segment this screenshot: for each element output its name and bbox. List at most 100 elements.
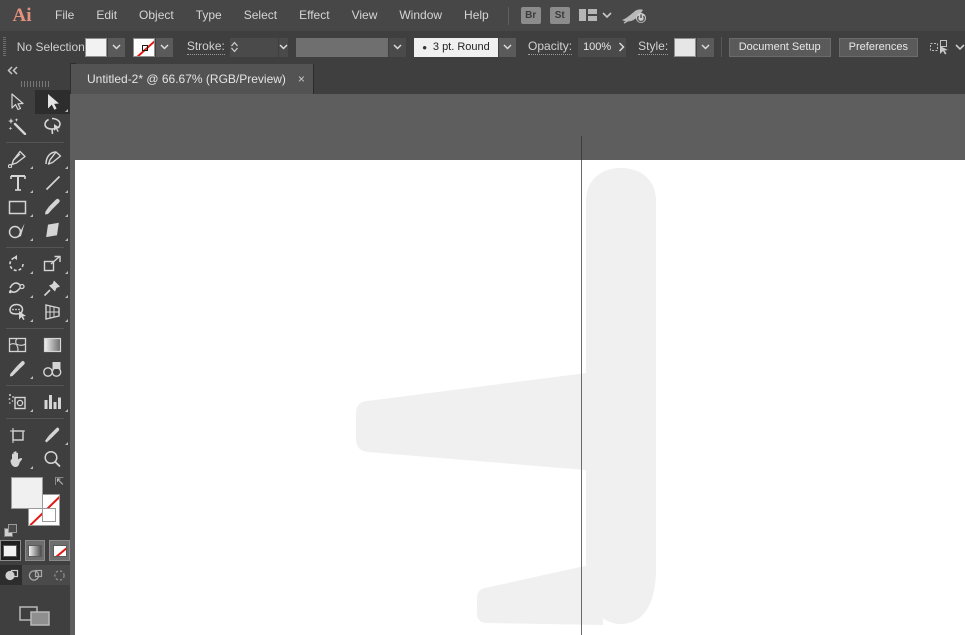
tools-panel-grip[interactable] bbox=[0, 78, 70, 90]
tool-divider bbox=[6, 142, 64, 143]
variable-width-profile-dropdown[interactable] bbox=[499, 37, 517, 57]
document-tab[interactable]: Untitled-2* @ 66.67% (RGB/Preview) × bbox=[76, 64, 314, 94]
menu-view[interactable]: View bbox=[341, 0, 389, 31]
artboard-tool[interactable] bbox=[0, 423, 35, 447]
change-screen-mode-button[interactable] bbox=[0, 603, 70, 629]
rotate-tool[interactable] bbox=[0, 252, 35, 276]
menu-window[interactable]: Window bbox=[388, 0, 453, 31]
flyout-indicator bbox=[30, 271, 33, 274]
rectangle-tool[interactable] bbox=[0, 195, 35, 219]
tools-panel: ⇱ bbox=[0, 63, 71, 635]
line-segment-tool[interactable] bbox=[35, 171, 70, 195]
chevron-down-icon bbox=[503, 44, 512, 50]
zoom-tool[interactable] bbox=[35, 447, 70, 471]
column-graph-icon bbox=[44, 395, 61, 409]
style-label[interactable]: Style: bbox=[638, 39, 669, 55]
mesh-tool[interactable] bbox=[0, 333, 35, 357]
stock-icon[interactable]: St bbox=[549, 7, 570, 24]
preferences-button[interactable]: Preferences bbox=[838, 37, 918, 57]
stroke-dropdown-button[interactable] bbox=[155, 37, 173, 57]
width-tool[interactable] bbox=[0, 276, 35, 300]
artboard[interactable] bbox=[75, 160, 965, 635]
chevron-down-icon bbox=[701, 44, 710, 50]
draw-normal-button[interactable] bbox=[0, 565, 22, 585]
paintbrush-tool[interactable] bbox=[35, 195, 70, 219]
collapse-panel-button[interactable] bbox=[0, 63, 70, 78]
draw-normal-icon bbox=[4, 569, 18, 580]
shape-builder-tool[interactable] bbox=[0, 300, 35, 324]
opacity-input[interactable]: 100% bbox=[578, 37, 617, 57]
opacity-options-button[interactable] bbox=[616, 37, 627, 57]
magic-wand-icon bbox=[8, 118, 27, 135]
flyout-indicator bbox=[65, 190, 68, 193]
workspace-switcher-icon[interactable] bbox=[578, 9, 612, 22]
stroke-weight-input[interactable] bbox=[238, 37, 278, 57]
color-mode-button[interactable] bbox=[0, 540, 21, 561]
menu-effect[interactable]: Effect bbox=[288, 0, 340, 31]
opacity-label[interactable]: Opacity: bbox=[528, 39, 573, 55]
fill-dropdown-button[interactable] bbox=[107, 37, 125, 57]
stroke-weight-label[interactable]: Stroke: bbox=[186, 39, 225, 55]
control-bar-grip[interactable] bbox=[3, 37, 6, 57]
type-tool[interactable] bbox=[0, 171, 35, 195]
free-transform-tool[interactable] bbox=[35, 276, 70, 300]
flyout-indicator bbox=[65, 295, 68, 298]
flyout-indicator bbox=[30, 214, 33, 217]
selection-tool[interactable] bbox=[0, 90, 35, 114]
swap-fill-stroke-icon[interactable]: ⇱ bbox=[55, 475, 64, 488]
magic-wand-tool[interactable] bbox=[0, 114, 35, 138]
curvature-tool[interactable] bbox=[35, 147, 70, 171]
column-graph-tool[interactable] bbox=[35, 390, 70, 414]
stroke-weight-stepper[interactable] bbox=[229, 37, 239, 57]
gradient-mode-button[interactable] bbox=[24, 540, 46, 561]
draw-behind-button[interactable] bbox=[24, 565, 46, 585]
rocket-icon[interactable] bbox=[621, 7, 647, 25]
hand-tool[interactable] bbox=[0, 447, 35, 471]
direct-selection-tool[interactable] bbox=[35, 90, 70, 114]
flyout-indicator bbox=[30, 238, 33, 241]
brush-definition-input[interactable] bbox=[296, 37, 389, 57]
menu-edit[interactable]: Edit bbox=[85, 0, 128, 31]
bridge-icon[interactable]: Br bbox=[520, 7, 541, 24]
close-icon[interactable]: × bbox=[298, 73, 305, 85]
shaper-tool[interactable] bbox=[0, 219, 35, 243]
document-setup-button[interactable]: Document Setup bbox=[728, 37, 831, 57]
stroke-color-swatch[interactable] bbox=[132, 37, 155, 57]
menu-select[interactable]: Select bbox=[233, 0, 288, 31]
eraser-tool[interactable] bbox=[35, 219, 70, 243]
symbol-sprayer-tool[interactable] bbox=[0, 390, 35, 414]
slice-tool[interactable] bbox=[35, 423, 70, 447]
lasso-tool[interactable] bbox=[35, 114, 70, 138]
brush-definition-dropdown[interactable] bbox=[389, 37, 407, 57]
curvature-pen-icon bbox=[45, 151, 62, 165]
fill-color-swatch[interactable] bbox=[84, 37, 107, 57]
canvas-area[interactable] bbox=[70, 94, 965, 635]
blend-tool[interactable] bbox=[35, 357, 70, 381]
toolbar-fill-swatch[interactable] bbox=[11, 477, 43, 509]
paintbrush-icon bbox=[45, 198, 60, 215]
stroke-weight-dropdown[interactable] bbox=[278, 37, 289, 57]
gradient-tool[interactable] bbox=[35, 333, 70, 357]
perspective-grid-tool[interactable] bbox=[35, 300, 70, 324]
variable-width-profile[interactable]: • 3 pt. Round bbox=[414, 37, 499, 57]
none-mode-button[interactable] bbox=[49, 540, 71, 561]
chevron-down-icon[interactable] bbox=[955, 43, 965, 51]
eyedropper-tool[interactable] bbox=[0, 357, 35, 381]
menu-help[interactable]: Help bbox=[453, 0, 500, 31]
magnifier-icon bbox=[44, 450, 61, 468]
default-fill-stroke-icon[interactable] bbox=[4, 524, 17, 537]
fill-stroke-controls: ⇱ bbox=[0, 475, 70, 537]
menu-file[interactable]: File bbox=[44, 0, 85, 31]
graphic-style-dropdown[interactable] bbox=[697, 37, 715, 57]
menu-object[interactable]: Object bbox=[128, 0, 185, 31]
select-similar-icon[interactable] bbox=[929, 39, 950, 55]
scale-tool[interactable] bbox=[35, 252, 70, 276]
chevron-down-icon bbox=[602, 12, 612, 19]
solid-color-icon bbox=[3, 544, 18, 557]
tools-grid bbox=[0, 90, 70, 471]
menu-type[interactable]: Type bbox=[185, 0, 233, 31]
draw-inside-button[interactable] bbox=[48, 565, 70, 585]
shape-builder-icon bbox=[8, 303, 26, 320]
graphic-style-swatch[interactable] bbox=[674, 37, 697, 57]
pen-tool[interactable] bbox=[0, 147, 35, 171]
